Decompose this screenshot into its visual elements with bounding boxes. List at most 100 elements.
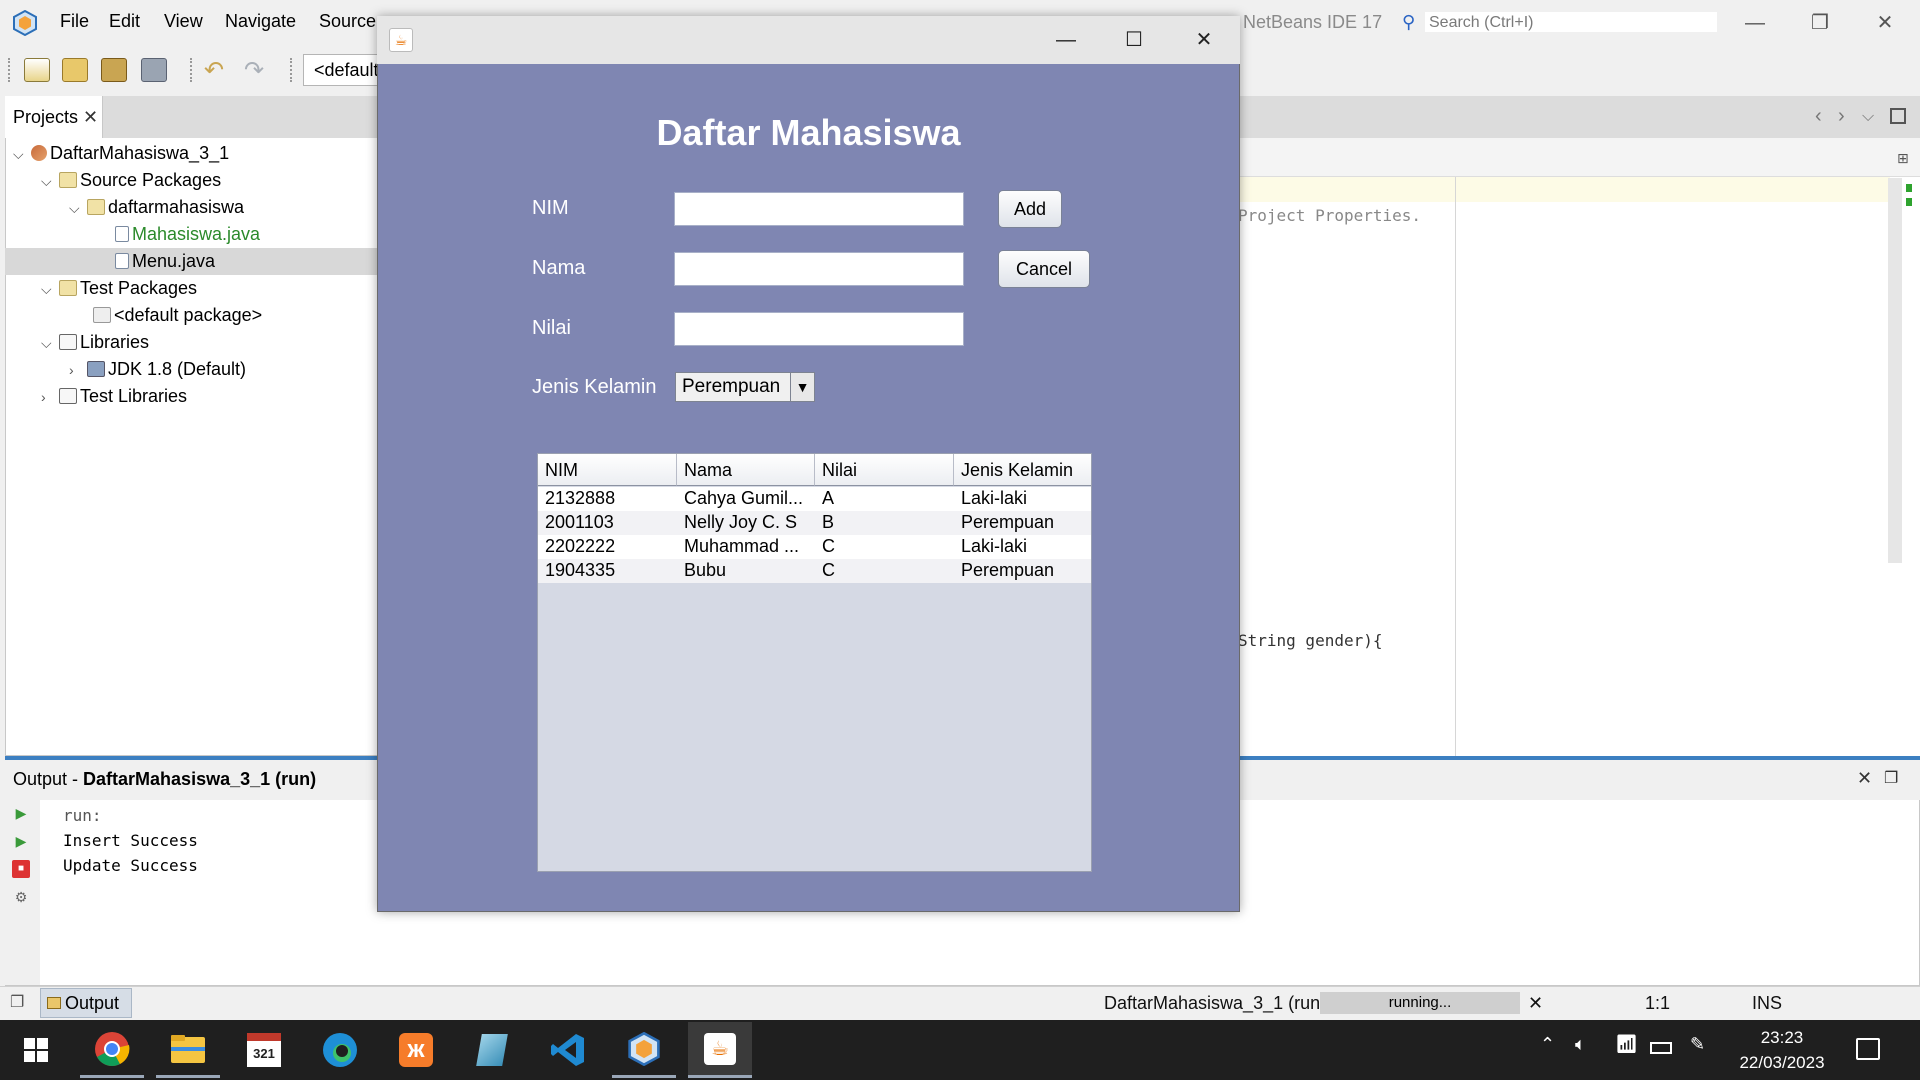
java-app-icon[interactable]: ☕ — [688, 1022, 752, 1078]
column-header-nilai[interactable]: Nilai — [815, 454, 954, 486]
edge-icon[interactable] — [308, 1022, 372, 1078]
cell-nama: Bubu — [684, 560, 727, 580]
vscode-icon[interactable] — [536, 1022, 600, 1078]
notification-icon[interactable] — [1856, 1038, 1880, 1060]
tree-item-test-packages[interactable]: ⌵ Test Packages — [5, 275, 378, 302]
projects-tab[interactable]: Projects ✕ — [5, 96, 103, 138]
ide-close-button[interactable]: ✕ — [1865, 8, 1905, 38]
volume-icon[interactable]: 🔈︎ — [1575, 1034, 1586, 1055]
menu-view[interactable]: View — [164, 11, 203, 32]
menu-edit[interactable]: Edit — [109, 11, 140, 32]
new-file-icon[interactable] — [24, 58, 50, 82]
stop-icon[interactable]: ■ — [12, 860, 30, 878]
nim-input[interactable] — [674, 192, 964, 226]
table-row[interactable]: 2132888 Cahya Gumil... A Laki-laki — [538, 487, 1091, 511]
toolbar-separator-2 — [290, 58, 292, 82]
nama-input[interactable] — [674, 252, 964, 286]
chevron-down-icon[interactable]: ⌵ — [41, 330, 59, 357]
error-stripe-mark[interactable] — [1906, 198, 1912, 206]
pen-icon[interactable]: ✎ — [1690, 1034, 1705, 1055]
chevron-right-icon[interactable]: › — [41, 384, 59, 411]
save-all-icon[interactable] — [141, 58, 167, 82]
ide-search-input[interactable]: Search (Ctrl+I) — [1425, 12, 1717, 32]
close-icon[interactable]: ✕ — [83, 107, 98, 128]
settings-icon[interactable]: ⚙ — [12, 888, 30, 906]
file-explorer-icon[interactable] — [156, 1022, 220, 1078]
column-header-nama[interactable]: Nama — [677, 454, 815, 486]
menu-file[interactable]: File — [60, 11, 89, 32]
window-icon[interactable]: ❐ — [10, 992, 24, 1012]
cell-nim: 2132888 — [545, 488, 616, 508]
status-run-label: DaftarMahasiswa_3_1 (run) — [1104, 993, 1327, 1013]
cancel-run-icon[interactable]: ✕ — [1528, 993, 1543, 1014]
ide-minimize-button[interactable]: — — [1735, 8, 1775, 38]
triangle-down-icon[interactable]: ▼ — [790, 373, 814, 401]
tree-item-jdk[interactable]: › JDK 1.8 (Default) — [5, 356, 378, 383]
restore-window-icon[interactable]: ❐ — [1884, 768, 1898, 788]
chevron-down-icon[interactable]: ⌵ — [1862, 108, 1874, 126]
app-maximize-button[interactable]: ☐ — [1104, 22, 1164, 58]
error-stripe-mark[interactable] — [1906, 184, 1912, 192]
tree-item-source-packages[interactable]: ⌵ Source Packages — [5, 167, 378, 194]
library-icon — [59, 388, 77, 404]
chevron-up-icon[interactable]: ⌃ — [1540, 1034, 1555, 1055]
chevron-down-icon[interactable]: ⌵ — [41, 168, 59, 195]
close-icon[interactable]: ✕ — [1857, 768, 1872, 789]
chevron-right-icon[interactable]: › — [1838, 105, 1845, 128]
nilai-input[interactable] — [674, 312, 964, 346]
clock-date: 22/03/2023 — [1739, 1053, 1825, 1072]
menu-navigate[interactable]: Navigate — [225, 11, 296, 32]
rerun-with-params-icon[interactable]: ▶ — [12, 832, 30, 850]
xampp-icon[interactable]: ж — [384, 1022, 448, 1078]
chrome-icon[interactable] — [80, 1022, 144, 1078]
chevron-down-icon[interactable]: ⌵ — [69, 195, 87, 222]
tree-item-package[interactable]: ⌵ daftarmahasiswa — [5, 194, 378, 221]
notepad-icon[interactable] — [460, 1022, 524, 1078]
wifi-icon[interactable]: 📶︎ — [1615, 1034, 1638, 1055]
add-button[interactable]: Add — [998, 190, 1062, 228]
maximize-editor-icon[interactable] — [1890, 108, 1906, 124]
search-icon[interactable]: ⚲ — [1402, 12, 1415, 33]
table-row[interactable]: 2001103 Nelly Joy C. S B Perempuan — [538, 511, 1091, 535]
output-line: run: — [63, 806, 102, 825]
table-row[interactable]: 2202222 Muhammad ... C Laki-laki — [538, 535, 1091, 559]
tree-item-libraries[interactable]: ⌵ Libraries — [5, 329, 378, 356]
redo-icon[interactable]: ↷ — [244, 56, 264, 85]
tree-item-mahasiswa-java[interactable]: Mahasiswa.java — [5, 221, 378, 248]
ide-restore-button[interactable]: ❐ — [1800, 8, 1840, 38]
cancel-button[interactable]: Cancel — [998, 250, 1090, 288]
column-header-jenis-kelamin[interactable]: Jenis Kelamin — [954, 454, 1091, 486]
chevron-left-icon[interactable]: ‹ — [1815, 105, 1822, 128]
tree-item-project[interactable]: ⌵ DaftarMahasiswa_3_1 — [5, 140, 378, 167]
chevron-down-icon[interactable]: ⌵ — [41, 276, 59, 303]
cell-nama: Nelly Joy C. S — [684, 512, 798, 532]
gender-select[interactable]: Perempuan ▼ — [675, 372, 815, 402]
start-icon[interactable] — [4, 1022, 68, 1078]
undo-icon[interactable]: ↶ — [204, 56, 224, 85]
editor-scrollbar[interactable] — [1888, 178, 1902, 563]
app-close-button[interactable]: ✕ — [1174, 22, 1234, 58]
output-minimized-tab[interactable]: Output — [40, 988, 132, 1018]
battery-icon[interactable] — [1650, 1042, 1672, 1054]
tree-item-menu-java[interactable]: Menu.java — [5, 248, 378, 275]
rerun-icon[interactable]: ▶ — [12, 804, 30, 822]
column-header-nim[interactable]: NIM — [538, 454, 677, 486]
table-row[interactable]: 1904335 Bubu C Perempuan — [538, 559, 1091, 583]
split-icon[interactable]: ⊞ — [1897, 150, 1909, 167]
taskbar-clock[interactable]: 23:23 22/03/2023 — [1727, 1025, 1837, 1075]
chevron-right-icon[interactable]: › — [69, 357, 87, 384]
output-title-project: DaftarMahasiswa_3_1 (run) — [83, 769, 317, 789]
mahasiswa-table[interactable]: NIM Nama Nilai Jenis Kelamin 2132888 Cah… — [537, 453, 1092, 872]
calendar-app-icon[interactable]: 321 — [232, 1022, 296, 1078]
new-project-icon[interactable] — [62, 58, 88, 82]
chevron-down-icon[interactable]: ⌵ — [13, 141, 31, 168]
menu-source[interactable]: Source — [319, 11, 376, 32]
netbeans-icon[interactable] — [612, 1022, 676, 1078]
configuration-combo[interactable]: <default config> — [303, 54, 383, 86]
tree-item-test-libraries[interactable]: › Test Libraries — [5, 383, 378, 410]
output-title-prefix: Output - — [13, 769, 84, 789]
output-line: Insert Success — [63, 831, 198, 850]
tree-item-default-package[interactable]: <default package> — [5, 302, 378, 329]
open-project-icon[interactable] — [101, 58, 127, 82]
app-minimize-button[interactable]: — — [1036, 22, 1096, 58]
